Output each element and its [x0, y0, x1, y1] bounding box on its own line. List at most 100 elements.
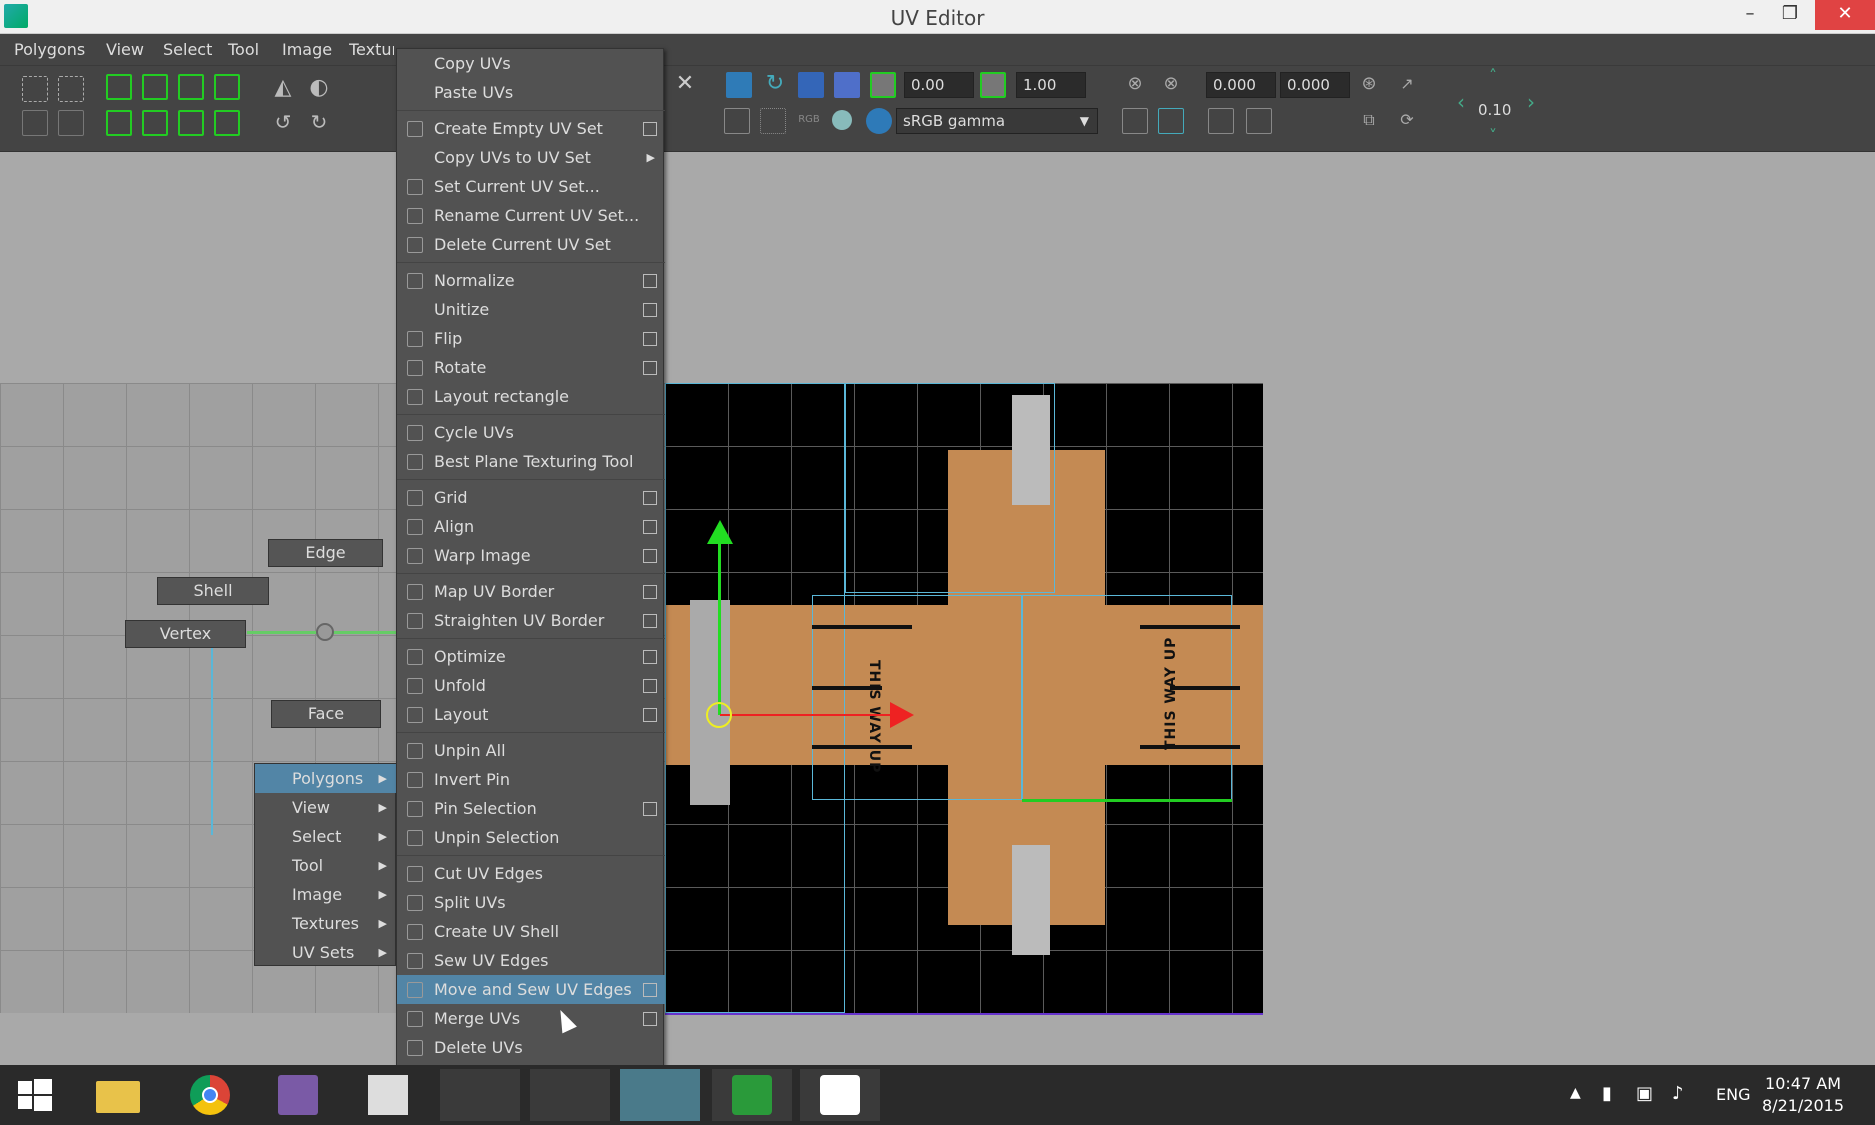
maya-taskbar-icon[interactable]	[620, 1069, 700, 1121]
menu-item-copy-uvs-to-uv-set[interactable]: Copy UVs to UV Set ▶	[397, 143, 665, 172]
submenu-view[interactable]: View ▶	[255, 793, 397, 822]
menu-item-map-uv-border[interactable]: Map UV Border	[397, 577, 665, 606]
paste-icon[interactable]	[1246, 108, 1272, 134]
scale-uv-icon[interactable]: ↗	[1394, 72, 1420, 98]
windows-start-icon[interactable]	[10, 1069, 70, 1121]
v-transform-icon[interactable]: ⊗	[1158, 72, 1184, 98]
copy-icon[interactable]	[1208, 108, 1234, 134]
exposure-field[interactable]: 0.00	[904, 72, 974, 98]
menu-item-optimize[interactable]: Optimize	[397, 642, 665, 671]
shaded-icon[interactable]	[798, 72, 824, 98]
cut-uv-icon[interactable]	[178, 110, 204, 136]
camtasia-icon[interactable]	[712, 1069, 792, 1121]
menu-item-warp-image[interactable]: Warp Image	[397, 541, 665, 570]
step-down-icon[interactable]: ˅	[1480, 124, 1506, 150]
menu-item-invert-pin[interactable]: Invert Pin	[397, 765, 665, 794]
lattice-icon[interactable]	[178, 74, 204, 100]
gamma-field[interactable]: 1.00	[1016, 72, 1086, 98]
marking-vertex[interactable]: Vertex	[125, 620, 246, 648]
option-box-icon[interactable]	[643, 614, 657, 628]
isolate-icon[interactable]: ✕	[672, 72, 698, 98]
menu-item-grid[interactable]: Grid	[397, 483, 665, 512]
option-box-icon[interactable]	[643, 303, 657, 317]
option-box-icon[interactable]	[643, 650, 657, 664]
menu-item-paste-uvs[interactable]: Paste UVs	[397, 78, 665, 107]
option-box-icon[interactable]	[643, 520, 657, 534]
volume-icon[interactable]: ♪	[1672, 1083, 1684, 1104]
menu-item-delete-current-uv-set[interactable]: Delete Current UV Set	[397, 230, 665, 259]
menu-item-layout[interactable]: Layout	[397, 700, 665, 729]
mirror-icon[interactable]: ◐	[306, 76, 332, 102]
option-box-icon[interactable]	[643, 122, 657, 136]
menu-item-create-empty-uv-set[interactable]: Create Empty UV Set	[397, 114, 665, 143]
submenu-image[interactable]: Image ▶	[255, 880, 397, 909]
menu-item-flip[interactable]: Flip	[397, 324, 665, 353]
taskbar-app-2[interactable]	[530, 1069, 610, 1121]
menu-item-unpin-selection[interactable]: Unpin Selection	[397, 823, 665, 852]
distortion-icon[interactable]	[834, 72, 860, 98]
menu-view[interactable]: View	[106, 40, 144, 59]
menu-item-align[interactable]: Align	[397, 512, 665, 541]
menu-item-create-uv-shell[interactable]: Create UV Shell	[397, 917, 665, 946]
flip-u-icon[interactable]	[214, 74, 240, 100]
menu-item-pin-selection[interactable]: Pin Selection	[397, 794, 665, 823]
option-box-icon[interactable]	[643, 1012, 657, 1026]
menu-tool[interactable]: Tool	[228, 40, 259, 59]
snap-uv-icon[interactable]: ⧉	[1356, 108, 1382, 134]
option-box-icon[interactable]	[643, 332, 657, 346]
image-tb-icon[interactable]	[1158, 108, 1184, 134]
option-box-icon[interactable]	[643, 679, 657, 693]
align-uv-icon[interactable]	[142, 110, 168, 136]
submenu-tool[interactable]: Tool ▶	[255, 851, 397, 880]
exposure-icon[interactable]	[870, 72, 896, 98]
u-transform-icon[interactable]: ⊗	[1122, 72, 1148, 98]
menu-select[interactable]: Select	[163, 40, 212, 59]
menu-item-straighten-uv-border[interactable]: Straighten UV Border	[397, 606, 665, 635]
language-indicator[interactable]: ENG	[1716, 1085, 1750, 1104]
chrome-icon[interactable]	[180, 1069, 240, 1121]
layout-uv-icon[interactable]	[214, 110, 240, 136]
menu-textures[interactable]: Textures	[349, 40, 394, 59]
clock[interactable]: 10:47 AM 8/21/2015	[1762, 1073, 1844, 1117]
menu-item-merge-uvs[interactable]: Merge UVs	[397, 1004, 665, 1033]
camtasia-recorder-icon[interactable]	[800, 1069, 880, 1121]
manipulator-u-arrow-icon[interactable]	[890, 702, 914, 728]
tray-up-icon[interactable]: ▲	[1570, 1085, 1581, 1101]
menu-polygons[interactable]: Polygons	[14, 40, 85, 59]
submenu-textures[interactable]: Textures ▶	[255, 909, 397, 938]
tweak-icon[interactable]	[58, 110, 84, 136]
gamma-icon[interactable]	[980, 72, 1006, 98]
uv-select-icon[interactable]	[22, 76, 48, 102]
network-icon[interactable]: ▣	[1636, 1083, 1653, 1104]
menu-item-normalize[interactable]: Normalize	[397, 266, 665, 295]
rotate-cw-icon[interactable]: ↻	[306, 110, 332, 136]
app-icon[interactable]	[360, 1069, 420, 1121]
option-box-icon[interactable]	[643, 708, 657, 722]
flip-icon[interactable]: ◭	[270, 76, 296, 102]
u-value-field[interactable]: 0.000	[1206, 72, 1276, 98]
menu-item-unpin-all[interactable]: Unpin All	[397, 736, 665, 765]
taskbar-app-1[interactable]	[440, 1069, 520, 1121]
submenu-select[interactable]: Select ▶	[255, 822, 397, 851]
grid-toggle-icon[interactable]	[724, 108, 750, 134]
option-box-icon[interactable]	[643, 274, 657, 288]
submenu-uv-sets[interactable]: UV Sets ▶	[255, 938, 397, 967]
menu-item-sew-uv-edges[interactable]: Sew UV Edges	[397, 946, 665, 975]
marking-edge[interactable]: Edge	[268, 539, 383, 567]
menu-item-unitize[interactable]: Unitize	[397, 295, 665, 324]
refresh-icon[interactable]: ↻	[762, 72, 788, 98]
menu-item-rotate[interactable]: Rotate	[397, 353, 665, 382]
menu-item-delete-uvs[interactable]: Delete UVs	[397, 1033, 665, 1062]
step-left-icon[interactable]: ‹	[1448, 90, 1474, 116]
menu-item-split-uvs[interactable]: Split UVs	[397, 888, 665, 917]
restore-button[interactable]: ❐	[1768, 0, 1812, 30]
minimize-button[interactable]: –	[1728, 0, 1772, 30]
option-box-icon[interactable]	[643, 491, 657, 505]
manipulator-v-arrow-icon[interactable]	[707, 520, 733, 544]
option-box-icon[interactable]	[643, 361, 657, 375]
manipulator-u-axis[interactable]	[720, 714, 890, 716]
snap-icon[interactable]	[106, 74, 132, 100]
menu-item-unfold[interactable]: Unfold	[397, 671, 665, 700]
step-up-icon[interactable]: ˄	[1480, 64, 1506, 90]
photoshop-icon[interactable]	[268, 1069, 328, 1121]
